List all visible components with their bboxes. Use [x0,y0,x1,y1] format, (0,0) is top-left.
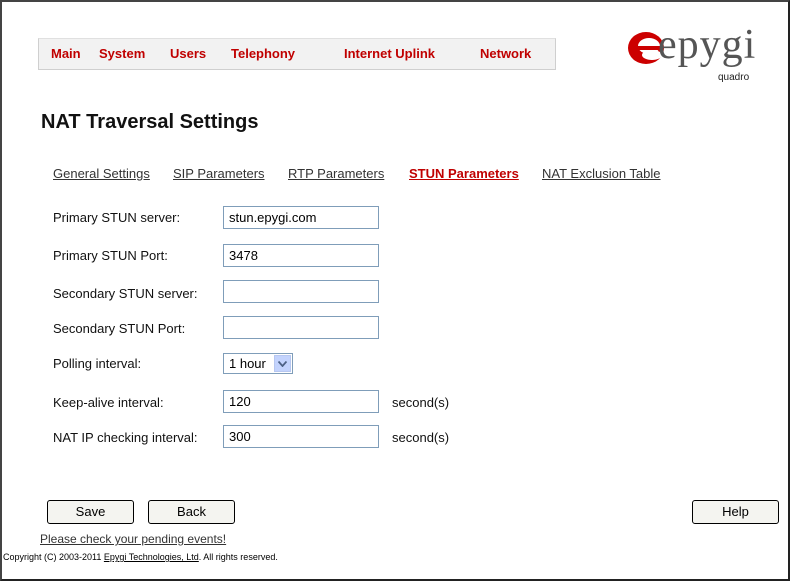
nav-item-system[interactable]: System [99,39,145,69]
tab-nat-exclusion-table[interactable]: NAT Exclusion Table [542,166,661,181]
epygi-logo: epygi quadro [626,22,756,92]
nav-item-main[interactable]: Main [51,39,81,69]
secondary-stun-port-input[interactable] [223,316,379,339]
nat-ip-checking-interval-label: NAT IP checking interval: [53,430,198,445]
secondary-stun-server-label: Secondary STUN server: [53,286,198,301]
secondary-stun-port-label: Secondary STUN Port: [53,321,186,336]
primary-stun-server-input[interactable]: stun.epygi.com [223,206,379,229]
nav-item-network[interactable]: Network [480,39,531,69]
nat-ip-checking-interval-input[interactable]: 300 [223,425,379,448]
copyright-suffix: . All rights reserved. [198,552,278,562]
copyright-prefix: Copyright (C) 2003-2011 [3,552,104,562]
nat-ip-checking-unit: second(s) [392,430,450,445]
primary-stun-port-label: Primary STUN Port: [53,248,168,263]
polling-interval-value: 1 hour [229,356,266,371]
polling-interval-label: Polling interval: [53,356,142,371]
nav-item-internet-uplink[interactable]: Internet Uplink [344,39,435,69]
nav-item-users[interactable]: Users [170,39,206,69]
polling-interval-select[interactable]: 1 hour [223,353,293,374]
keep-alive-unit: second(s) [392,395,450,410]
page-title: NAT Traversal Settings [41,111,259,133]
pending-events-link[interactable]: Please check your pending events! [40,532,226,546]
epygi-technologies-link[interactable]: Epygi Technologies, Ltd [104,552,199,562]
primary-stun-port-input[interactable]: 3478 [223,244,379,267]
back-button[interactable]: Back [148,500,235,524]
secondary-stun-server-input[interactable] [223,280,379,303]
top-nav: Main System Users Telephony Internet Upl… [38,38,556,70]
logo-wordmark: epygi [658,22,757,68]
help-button[interactable]: Help [692,500,779,524]
tab-rtp-parameters[interactable]: RTP Parameters [288,166,384,181]
copyright-text: Copyright (C) 2003-2011 Epygi Technologi… [3,552,278,562]
primary-stun-server-label: Primary STUN server: [53,210,181,225]
keep-alive-interval-label: Keep-alive interval: [53,395,164,410]
chevron-down-icon[interactable] [274,355,291,372]
logo-subtitle: quadro [718,72,750,83]
tab-general-settings[interactable]: General Settings [53,166,150,181]
save-button[interactable]: Save [47,500,134,524]
keep-alive-interval-input[interactable]: 120 [223,390,379,413]
tab-sip-parameters[interactable]: SIP Parameters [173,166,265,181]
tab-stun-parameters[interactable]: STUN Parameters [409,166,519,181]
nav-item-telephony[interactable]: Telephony [231,39,295,69]
